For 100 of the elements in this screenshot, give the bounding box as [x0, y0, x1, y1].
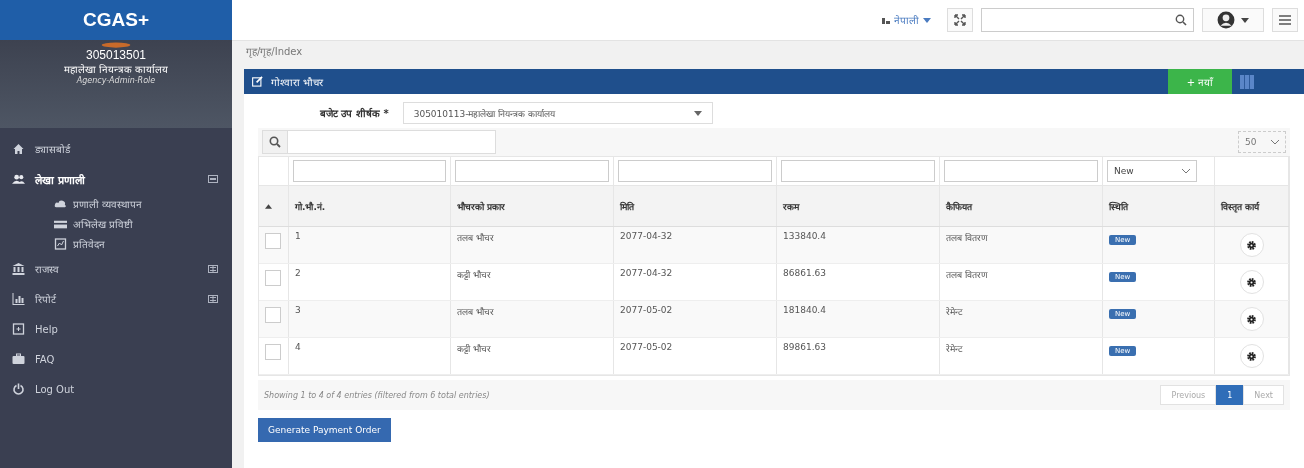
row-checkbox[interactable] [265, 344, 281, 360]
chevron-down-icon [1182, 168, 1190, 174]
table-cell: तलब वितरण [940, 227, 1103, 263]
expand-icon [208, 295, 218, 303]
settings-icon [1246, 350, 1257, 362]
language-icon [882, 16, 890, 24]
power-icon [12, 383, 25, 395]
users-icon [12, 173, 25, 185]
sidebar-item[interactable]: ड्यासबोर्ड [0, 134, 232, 164]
table-cell: कट्टी भौचर [451, 264, 614, 300]
budget-label: बजेट उप शीर्षक * [320, 107, 389, 120]
table-cell: तलब भौचर [451, 227, 614, 263]
budget-select[interactable]: 305010113-महालेखा नियन्त्रक कार्यालय [402, 102, 713, 124]
menu-button[interactable] [1272, 8, 1298, 32]
table-cell: 2077-04-32 [614, 264, 777, 300]
expand-icon [208, 265, 218, 273]
search-icon [1175, 14, 1187, 26]
table-cell: रेमेन्ट [940, 301, 1103, 337]
sidebar-item[interactable]: रिपोर्ट [0, 284, 232, 314]
columns-icon[interactable] [1240, 74, 1254, 89]
page-size-select[interactable]: 50 [1238, 131, 1286, 153]
search-icon [269, 136, 281, 148]
sidebar-item[interactable]: राजस्व [0, 254, 232, 284]
user-menu-button[interactable] [1202, 8, 1264, 32]
table-cell: 4 [289, 338, 451, 374]
table-cell: तलब वितरण [940, 264, 1103, 300]
table-cell: 2077-05-02 [614, 301, 777, 337]
fullscreen-icon [954, 14, 966, 26]
sidebar-item[interactable]: लेखा प्रणाली [0, 164, 232, 194]
briefcase-icon [12, 353, 25, 365]
column-header[interactable]: भौचरको प्रकार [451, 186, 614, 226]
table-cell: कट्टी भौचर [451, 338, 614, 374]
settings-button[interactable] [1239, 233, 1264, 257]
settings-icon [1246, 239, 1257, 251]
table-search-field[interactable] [262, 130, 496, 154]
panel-title: गोश्वारा भौचर [252, 74, 1168, 89]
bank-icon [12, 263, 25, 275]
generate-payment-order-button[interactable]: Generate Payment Order [258, 418, 391, 442]
pagination-button[interactable]: 1 [1216, 385, 1244, 405]
settings-button[interactable] [1239, 307, 1264, 331]
home-icon [12, 143, 25, 155]
caret-icon [693, 110, 702, 116]
caret-icon [923, 17, 931, 23]
report-icon [54, 238, 67, 250]
table-cell: रेमेन्ट [940, 338, 1103, 374]
cloud-icon [54, 198, 67, 210]
emblem-icon [99, 42, 133, 48]
table-cell: 133840.4 [777, 227, 940, 263]
office-name: महालेखा नियन्त्रक कार्यालय [63, 63, 169, 76]
sidebar-subitem[interactable]: प्रतिवेदन [0, 234, 232, 254]
settings-icon [1246, 313, 1257, 325]
row-checkbox[interactable] [265, 233, 281, 249]
column-header[interactable]: गो.भौ.नं. [289, 186, 451, 226]
agency-code: 305013501 [85, 48, 147, 62]
column-filter-field[interactable] [944, 160, 1098, 182]
table-cell: 2 [289, 264, 451, 300]
language-dropdown[interactable]: नेपाली [882, 13, 931, 27]
column-header[interactable]: रकम [777, 186, 940, 226]
avatar-icon [1217, 11, 1235, 29]
sidebar-subitem[interactable]: अभिलेख प्रविष्टी [0, 214, 232, 234]
chevron-down-icon [1271, 139, 1279, 145]
app-logo[interactable]: CGAS+ [0, 0, 232, 40]
status-filter-select[interactable]: New [1107, 160, 1197, 182]
table-cell: 1 [289, 227, 451, 263]
caret-icon [1241, 17, 1249, 23]
sidebar-item[interactable]: FAQ [0, 344, 232, 374]
column-header[interactable]: स्थिति [1103, 186, 1215, 226]
card-icon [54, 218, 67, 230]
sidebar-item[interactable]: Log Out [0, 374, 232, 404]
sidebar-item[interactable]: Help [0, 314, 232, 344]
table-cell: 3 [289, 301, 451, 337]
table-cell: 2077-04-32 [614, 227, 777, 263]
breadcrumb: गृह/गृह/Index [245, 45, 304, 60]
collapse-icon [208, 175, 218, 183]
search-field[interactable] [981, 8, 1194, 32]
settings-button[interactable] [1239, 270, 1264, 294]
settings-icon [1246, 276, 1257, 288]
column-header[interactable]: मिति [614, 186, 777, 226]
row-checkbox[interactable] [265, 307, 281, 323]
row-checkbox[interactable] [265, 270, 281, 286]
column-filter-field[interactable] [455, 160, 609, 182]
table-cell: तलब भौचर [451, 301, 614, 337]
sort-icon[interactable] [265, 203, 272, 209]
column-filter-field[interactable] [618, 160, 772, 182]
edit-icon [252, 76, 263, 87]
fullscreen-button[interactable] [947, 8, 973, 32]
menu-icon [1279, 14, 1291, 26]
sidebar-subitem[interactable]: प्रणाली व्यवस्थापन [0, 194, 232, 214]
entries-info: Showing 1 to 4 of 4 entries (filtered from 6 total entries) [264, 390, 490, 400]
table-cell: 89861.63 [777, 338, 940, 374]
bar-chart-icon [12, 293, 25, 305]
column-filter-field[interactable] [781, 160, 935, 182]
column-header: विस्तृत कार्य [1215, 186, 1289, 226]
column-filter-field[interactable] [293, 160, 446, 182]
table-cell: 2077-05-02 [614, 338, 777, 374]
column-header[interactable]: कैफियत [940, 186, 1103, 226]
user-role: Agency-Admin-Role [76, 76, 156, 85]
settings-button[interactable] [1239, 344, 1264, 368]
document-icon [12, 323, 25, 335]
table-cell: 86861.63 [777, 264, 940, 300]
